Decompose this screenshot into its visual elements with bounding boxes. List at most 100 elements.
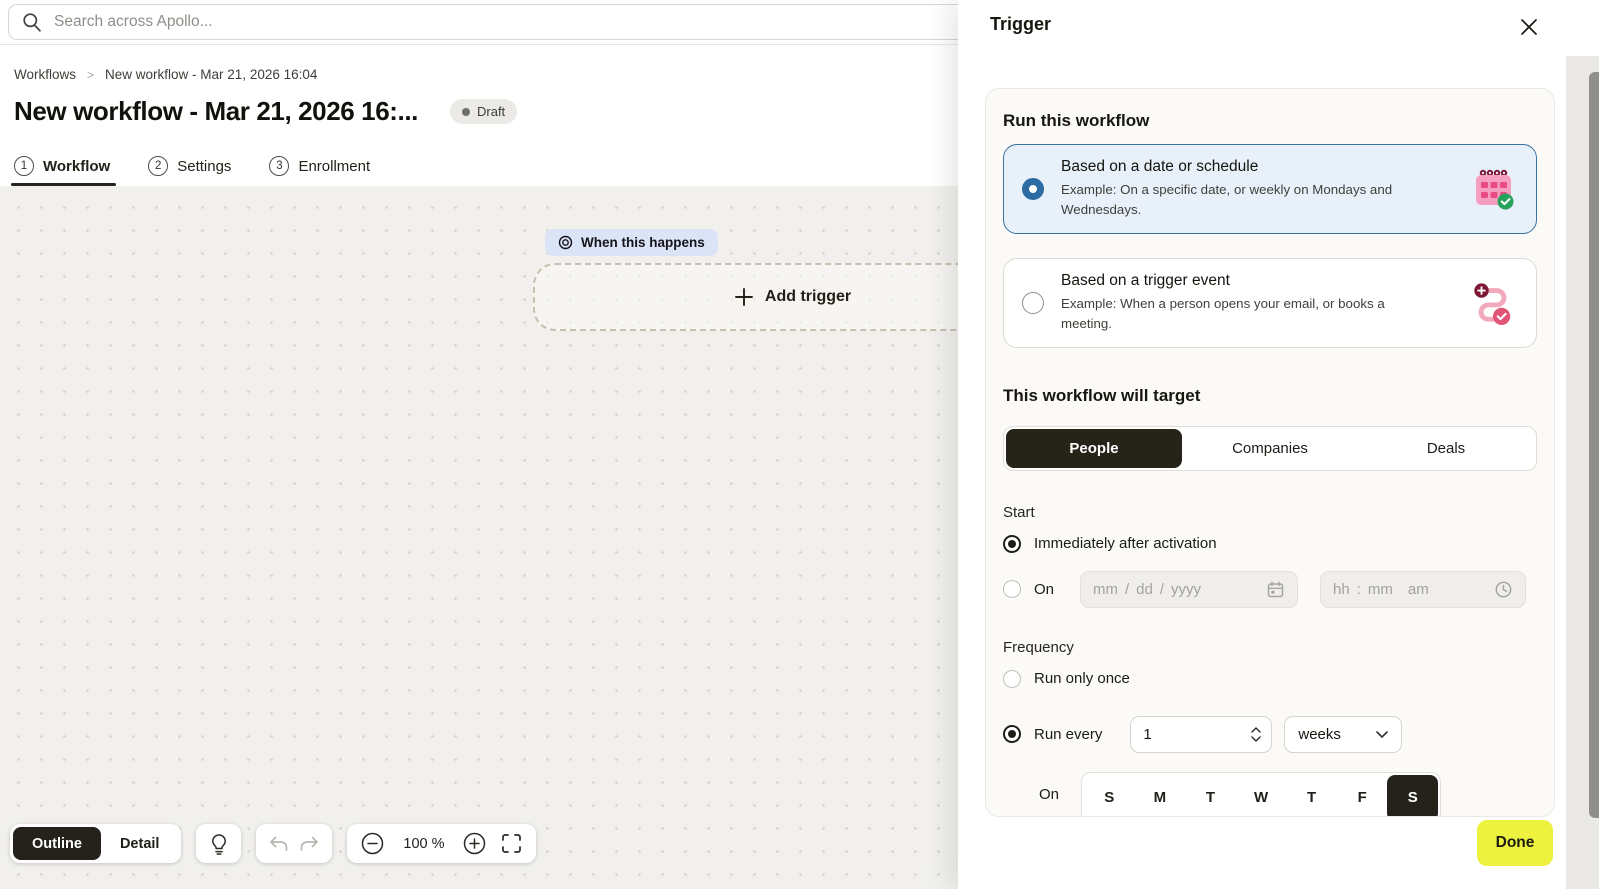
chevron-down-icon [1376, 731, 1388, 738]
date-dd: dd [1136, 581, 1153, 598]
scrollbar-thumb[interactable] [1589, 72, 1599, 818]
target-segmented-control: People Companies Deals [1003, 426, 1537, 471]
target-people-button[interactable]: People [1006, 429, 1182, 468]
search-input[interactable] [54, 13, 958, 31]
interval-unit-select[interactable]: weeks [1284, 716, 1402, 753]
day-sunday[interactable]: S [1084, 775, 1135, 817]
trigger-event-radio[interactable] [1022, 292, 1044, 314]
breadcrumb: Workflows > New workflow - Mar 21, 2026 … [14, 67, 317, 82]
day-tuesday[interactable]: T [1185, 775, 1236, 817]
main-region: Workflows > New workflow - Mar 21, 2026 … [0, 0, 958, 889]
breadcrumb-separator: > [87, 68, 94, 82]
date-mm: mm [1093, 581, 1118, 598]
page-header: Workflows > New workflow - Mar 21, 2026 … [0, 46, 958, 186]
tab-settings[interactable]: 2 Settings [148, 146, 231, 186]
tab-workflow[interactable]: 1 Workflow [14, 146, 110, 186]
immediately-label: Immediately after activation [1034, 535, 1217, 552]
interval-stepper[interactable]: 1 [1130, 716, 1272, 753]
done-button[interactable]: Done [1477, 820, 1553, 866]
breadcrumb-workflows[interactable]: Workflows [14, 67, 76, 82]
day-monday[interactable]: M [1135, 775, 1186, 817]
tab-settings-number: 2 [148, 156, 168, 176]
run-every-label: Run every [1034, 726, 1102, 743]
tips-button[interactable] [196, 824, 241, 863]
close-icon [1519, 17, 1539, 37]
page-tabs: 1 Workflow 2 Settings 3 Enrollment [14, 146, 370, 186]
target-icon [558, 235, 573, 250]
view-mode-toggle: Outline Detail [10, 824, 181, 863]
day-wednesday[interactable]: W [1236, 775, 1287, 817]
tab-enrollment[interactable]: 3 Enrollment [269, 146, 370, 186]
option-date-schedule[interactable]: Based on a date or schedule Example: On … [1003, 144, 1537, 234]
undo-button[interactable] [263, 824, 294, 863]
redo-button[interactable] [294, 824, 325, 863]
add-trigger-button[interactable]: Add trigger [533, 263, 958, 331]
run-every-radio[interactable] [1003, 725, 1021, 743]
date-sep: / [1125, 581, 1129, 598]
day-thursday[interactable]: T [1286, 775, 1337, 817]
time-hh: hh [1333, 581, 1350, 598]
tab-enrollment-label: Enrollment [298, 158, 370, 175]
fullscreen-button[interactable] [501, 833, 522, 854]
target-section-heading: This workflow will target [1003, 386, 1537, 406]
zoom-level: 100 % [399, 836, 448, 852]
date-schedule-radio[interactable] [1022, 178, 1044, 200]
start-on-row: On mm / dd / yyyy [1003, 571, 1537, 608]
stepper-arrows[interactable] [1251, 727, 1261, 742]
target-companies-button[interactable]: Companies [1182, 429, 1358, 468]
days-of-week-row: On S M T W T F S [1003, 772, 1537, 817]
zoom-out-button[interactable] [361, 832, 384, 855]
redo-icon [299, 836, 320, 852]
option-title: Based on a date or schedule [1061, 158, 1441, 176]
immediately-radio[interactable] [1003, 535, 1021, 553]
run-once-radio[interactable] [1003, 670, 1021, 688]
plus-icon [735, 288, 753, 306]
target-deals-button[interactable]: Deals [1358, 429, 1534, 468]
outline-button[interactable]: Outline [13, 827, 101, 860]
time-picker-icon[interactable] [1494, 580, 1513, 599]
start-time-input[interactable]: hh : mm am [1320, 571, 1526, 608]
interval-value: 1 [1143, 726, 1151, 743]
panel-title: Trigger [990, 14, 1051, 35]
tab-settings-label: Settings [177, 158, 231, 175]
option-description: Example: On a specific date, or weekly o… [1061, 180, 1433, 220]
start-date-input[interactable]: mm / dd / yyyy [1080, 571, 1298, 608]
undo-icon [268, 836, 289, 852]
chevron-up-icon [1251, 727, 1261, 733]
start-immediately-row[interactable]: Immediately after activation [1003, 535, 1537, 553]
start-on-radio[interactable] [1003, 580, 1021, 598]
run-once-row[interactable]: Run only once [1003, 670, 1537, 688]
tab-enrollment-number: 3 [269, 156, 289, 176]
day-friday[interactable]: F [1337, 775, 1388, 817]
chevron-down-icon [1251, 736, 1261, 742]
trigger-panel: Trigger Run this workflow Based on a dat… [958, 0, 1599, 889]
workflow-canvas[interactable]: When this happens Add trigger Outline De… [0, 186, 958, 889]
frequency-section-heading: Frequency [1003, 639, 1537, 656]
start-on-label: On [1034, 581, 1058, 598]
scrollbar-track[interactable] [1566, 56, 1599, 889]
time-mm: mm [1368, 581, 1393, 598]
day-saturday[interactable]: S [1387, 775, 1438, 817]
when-pill-label: When this happens [581, 235, 705, 250]
history-controls [256, 824, 332, 863]
route-icon [1471, 281, 1515, 325]
zoom-in-button[interactable] [463, 832, 486, 855]
start-section-heading: Start [1003, 504, 1537, 521]
global-search[interactable] [8, 4, 958, 40]
status-label: Draft [477, 104, 505, 119]
option-description: Example: When a person opens your email,… [1061, 294, 1433, 334]
breadcrumb-current[interactable]: New workflow - Mar 21, 2026 16:04 [105, 67, 317, 82]
option-trigger-event[interactable]: Based on a trigger event Example: When a… [1003, 258, 1537, 348]
time-sep: : [1357, 581, 1361, 598]
time-am: am [1408, 581, 1429, 598]
add-trigger-label: Add trigger [765, 288, 851, 306]
status-dot [462, 108, 470, 116]
when-this-happens-pill: When this happens [545, 229, 718, 256]
date-picker-icon[interactable] [1266, 580, 1285, 599]
trigger-form-card: Run this workflow Based on a date or sch… [985, 88, 1555, 817]
detail-button[interactable]: Detail [101, 827, 179, 860]
run-once-label: Run only once [1034, 670, 1130, 687]
date-sep: / [1160, 581, 1164, 598]
run-section-heading: Run this workflow [1003, 111, 1537, 131]
close-panel-button[interactable] [1517, 15, 1541, 39]
